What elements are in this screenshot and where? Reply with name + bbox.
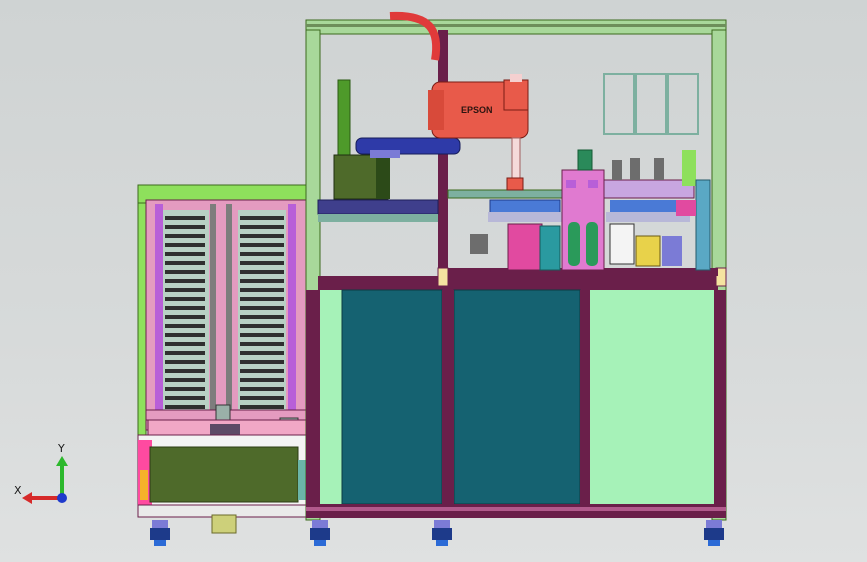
stacker-slot (165, 369, 205, 373)
stacker-slot (165, 378, 205, 382)
stacker-slot (240, 369, 284, 373)
stacker-slot (240, 315, 284, 319)
stacker-unit (137, 184, 311, 534)
stacker-slot (165, 324, 205, 328)
stacker-slot (165, 315, 205, 319)
stacker-slot (165, 405, 205, 409)
stacker-slot (165, 279, 205, 283)
scara-robot: EPSON (389, 11, 529, 191)
stacker-slot (165, 306, 205, 310)
machine-drawing: EPSON (137, 11, 727, 546)
x-axis-label: X (14, 484, 22, 497)
stacker-slot (240, 216, 284, 220)
stacker-slot (165, 216, 205, 220)
stacker-slot (240, 351, 284, 355)
stacker-slot (240, 288, 284, 292)
stacker-slot (240, 252, 284, 256)
stacker-slot (240, 261, 284, 265)
cabinet (306, 289, 726, 518)
stacker-slot (240, 225, 284, 229)
stacker-slot (165, 234, 205, 238)
stacker-slot (165, 270, 205, 274)
stacker-slot (165, 243, 205, 247)
axis-triad: Y X (10, 440, 80, 510)
stacker-slot (240, 342, 284, 346)
stacker-slot (240, 234, 284, 238)
stacker-slot (240, 243, 284, 247)
stacker-slot (240, 333, 284, 337)
stacker-slot (240, 297, 284, 301)
stacker-slot (240, 378, 284, 382)
stacker-slot (240, 360, 284, 364)
stacker-slot (240, 279, 284, 283)
y-axis-label: Y (58, 442, 65, 455)
stacker-slot (165, 351, 205, 355)
stacker-slot (165, 297, 205, 301)
stacker-slot (240, 396, 284, 400)
stacker-slot (165, 387, 205, 391)
stacker-slot (240, 405, 284, 409)
stacker-slot (165, 342, 205, 346)
stacker-slot (165, 360, 205, 364)
stacker-slot (240, 306, 284, 310)
stacker-slot (165, 225, 205, 229)
stacker-slot (165, 252, 205, 256)
triad-arrows (22, 456, 68, 504)
stacker-slot (165, 261, 205, 265)
stacker-slot (165, 396, 205, 400)
stacker-slot (165, 288, 205, 292)
stacker-slot (240, 270, 284, 274)
stacker-slot (240, 324, 284, 328)
robot-brand-label: EPSON (461, 105, 493, 115)
stacker-slot (165, 333, 205, 337)
stacker-slot (240, 387, 284, 391)
